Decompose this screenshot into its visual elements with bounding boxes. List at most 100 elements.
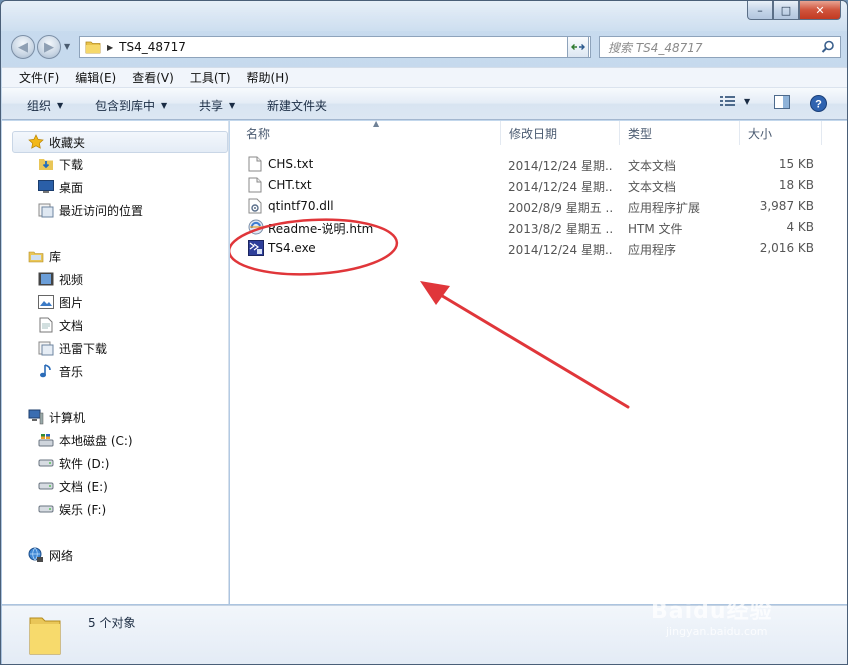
address-bar[interactable]: ▶ TS4_48717 ▼ xyxy=(79,36,591,58)
minimize-button[interactable]: – xyxy=(747,1,773,20)
baidu-watermark: Baidu经验 xyxy=(651,599,773,624)
refresh-button[interactable] xyxy=(567,36,589,58)
arrow-right-icon: ▶ xyxy=(44,39,54,55)
highlight-ellipse xyxy=(230,218,399,276)
menu-view[interactable]: 查看(V) xyxy=(122,69,180,86)
file-list-view: 名称 ▲ 修改日期 类型 大小 CHS.txt 2014/12/24 星期...… xyxy=(230,119,847,604)
computer-icon xyxy=(28,409,44,425)
navigation-row: ◀ ▶ ▼ ▶ TS4_48717 ▼ 搜索 TS4_48717 xyxy=(9,33,841,61)
help-icon: ? xyxy=(810,95,827,112)
forward-button[interactable]: ▶ xyxy=(37,35,61,59)
nav-drive-f[interactable]: 娱乐 (F:) xyxy=(38,499,106,519)
organize-label: 组织 xyxy=(27,99,52,113)
thunder-downloads-icon xyxy=(38,340,54,356)
recent-pages-dropdown[interactable]: ▼ xyxy=(64,42,70,51)
nav-downloads-label: 下载 xyxy=(59,157,84,172)
search-box[interactable]: 搜索 TS4_48717 xyxy=(599,36,841,58)
nav-desktop[interactable]: 桌面 xyxy=(38,177,83,197)
nav-downloads[interactable]: 下载 xyxy=(38,154,83,174)
back-button[interactable]: ◀ xyxy=(11,35,35,59)
video-icon xyxy=(38,271,54,287)
nav-pictures-label: 图片 xyxy=(59,295,84,310)
annotation-overlay xyxy=(230,218,630,409)
maximize-button[interactable]: □ xyxy=(773,1,799,20)
pictures-icon xyxy=(38,294,54,310)
menu-file[interactable]: 文件(F) xyxy=(2,69,65,86)
nav-documents-label: 文档 xyxy=(59,318,84,333)
title-bar[interactable] xyxy=(1,1,847,31)
nav-recent-places-label: 最近访问的位置 xyxy=(59,203,144,218)
nav-desktop-label: 桌面 xyxy=(59,180,84,195)
annotation-arrow-shaft xyxy=(432,289,630,409)
nav-drive-c-label: 本地磁盘 (C:) xyxy=(59,433,133,448)
document-icon xyxy=(38,317,54,333)
nav-recent-places[interactable]: 最近访问的位置 xyxy=(38,200,143,220)
search-icon[interactable] xyxy=(821,40,835,54)
breadcrumb-chevron-icon[interactable]: ▶ xyxy=(107,43,113,52)
drive-icon xyxy=(38,455,54,471)
item-count: 5 个对象 xyxy=(88,616,136,630)
chevron-down-icon: ▼ xyxy=(57,101,64,110)
nav-music[interactable]: 音乐 xyxy=(38,361,83,381)
preview-pane-button[interactable] xyxy=(774,95,790,109)
include-in-library-button[interactable]: 包含到库中 ▼ xyxy=(95,97,167,114)
share-button[interactable]: 共享 ▼ xyxy=(199,97,235,114)
new-folder-label: 新建文件夹 xyxy=(267,99,328,113)
nav-drive-c[interactable]: 本地磁盘 (C:) xyxy=(38,430,133,450)
library-icon xyxy=(28,248,44,264)
close-button[interactable]: ✕ xyxy=(799,1,841,20)
recent-places-icon xyxy=(38,202,54,218)
nav-computer-label: 计算机 xyxy=(49,410,86,425)
folder-large-icon xyxy=(28,612,62,656)
nav-drive-e[interactable]: 文档 (E:) xyxy=(38,476,108,496)
organize-button[interactable]: 组织 ▼ xyxy=(27,97,63,114)
change-view-button[interactable]: ▼ xyxy=(720,95,750,107)
chevron-down-icon: ▼ xyxy=(229,101,236,110)
command-bar: 组织 ▼ 包含到库中 ▼ 共享 ▼ 新建文件夹 ▼ ? xyxy=(2,88,847,120)
menu-help[interactable]: 帮助(H) xyxy=(237,69,295,86)
menu-bar: 文件(F) 编辑(E) 查看(V) 工具(T) 帮助(H) xyxy=(2,67,847,88)
nav-documents[interactable]: 文档 xyxy=(38,315,83,335)
nav-libraries-label: 库 xyxy=(49,249,62,264)
nav-thunder-downloads[interactable]: 迅雷下载 xyxy=(38,338,107,358)
drive-icon xyxy=(38,501,54,517)
chevron-down-icon: ▼ xyxy=(744,96,751,106)
caption-buttons: – □ ✕ xyxy=(747,1,841,21)
desktop-icon xyxy=(38,179,54,195)
preview-pane-icon xyxy=(774,95,790,109)
nav-drive-d[interactable]: 软件 (D:) xyxy=(38,453,109,473)
share-label: 共享 xyxy=(199,99,224,113)
include-in-library-label: 包含到库中 xyxy=(95,99,156,113)
svg-text:?: ? xyxy=(815,99,822,111)
nav-favorites-label: 收藏夹 xyxy=(49,135,86,150)
menu-tools[interactable]: 工具(T) xyxy=(180,69,237,86)
arrow-left-icon: ◀ xyxy=(18,39,28,55)
nav-libraries[interactable]: 库 xyxy=(28,246,61,266)
drive-icon xyxy=(38,478,54,494)
search-input[interactable]: 搜索 TS4_48717 xyxy=(608,39,703,56)
help-button[interactable]: ? xyxy=(810,95,827,112)
view-details-icon xyxy=(720,95,736,107)
explorer-window: – □ ✕ ◀ ▶ ▼ ▶ TS4_48717 ▼ 搜索 TS4_48717 xyxy=(0,0,848,665)
folder-icon xyxy=(85,40,101,54)
nav-videos-label: 视频 xyxy=(59,272,84,287)
nav-thunder-downloads-label: 迅雷下载 xyxy=(59,341,108,356)
nav-drive-d-label: 软件 (D:) xyxy=(59,456,110,471)
nav-computer[interactable]: 计算机 xyxy=(28,407,85,427)
nav-pictures[interactable]: 图片 xyxy=(38,292,83,312)
nav-music-label: 音乐 xyxy=(59,364,84,379)
nav-network[interactable]: 网络 xyxy=(28,545,73,565)
baidu-watermark-url: jingyan.baidu.com xyxy=(666,625,768,638)
system-drive-icon xyxy=(38,432,54,448)
nav-drive-e-label: 文档 (E:) xyxy=(59,479,108,494)
refresh-icon xyxy=(571,41,585,53)
network-icon xyxy=(28,547,44,563)
breadcrumb-current[interactable]: TS4_48717 xyxy=(119,40,186,54)
nav-drive-f-label: 娱乐 (F:) xyxy=(59,502,107,517)
downloads-folder-icon xyxy=(38,156,54,172)
navigation-pane: 收藏夹 下载 桌面 最近访问的位置 库 视频 图片 文档 迅雷下载 音乐 计算机… xyxy=(2,121,229,604)
new-folder-button[interactable]: 新建文件夹 xyxy=(267,97,327,114)
nav-videos[interactable]: 视频 xyxy=(38,269,83,289)
nav-favorites[interactable]: 收藏夹 xyxy=(12,131,228,153)
menu-edit[interactable]: 编辑(E) xyxy=(65,69,122,86)
